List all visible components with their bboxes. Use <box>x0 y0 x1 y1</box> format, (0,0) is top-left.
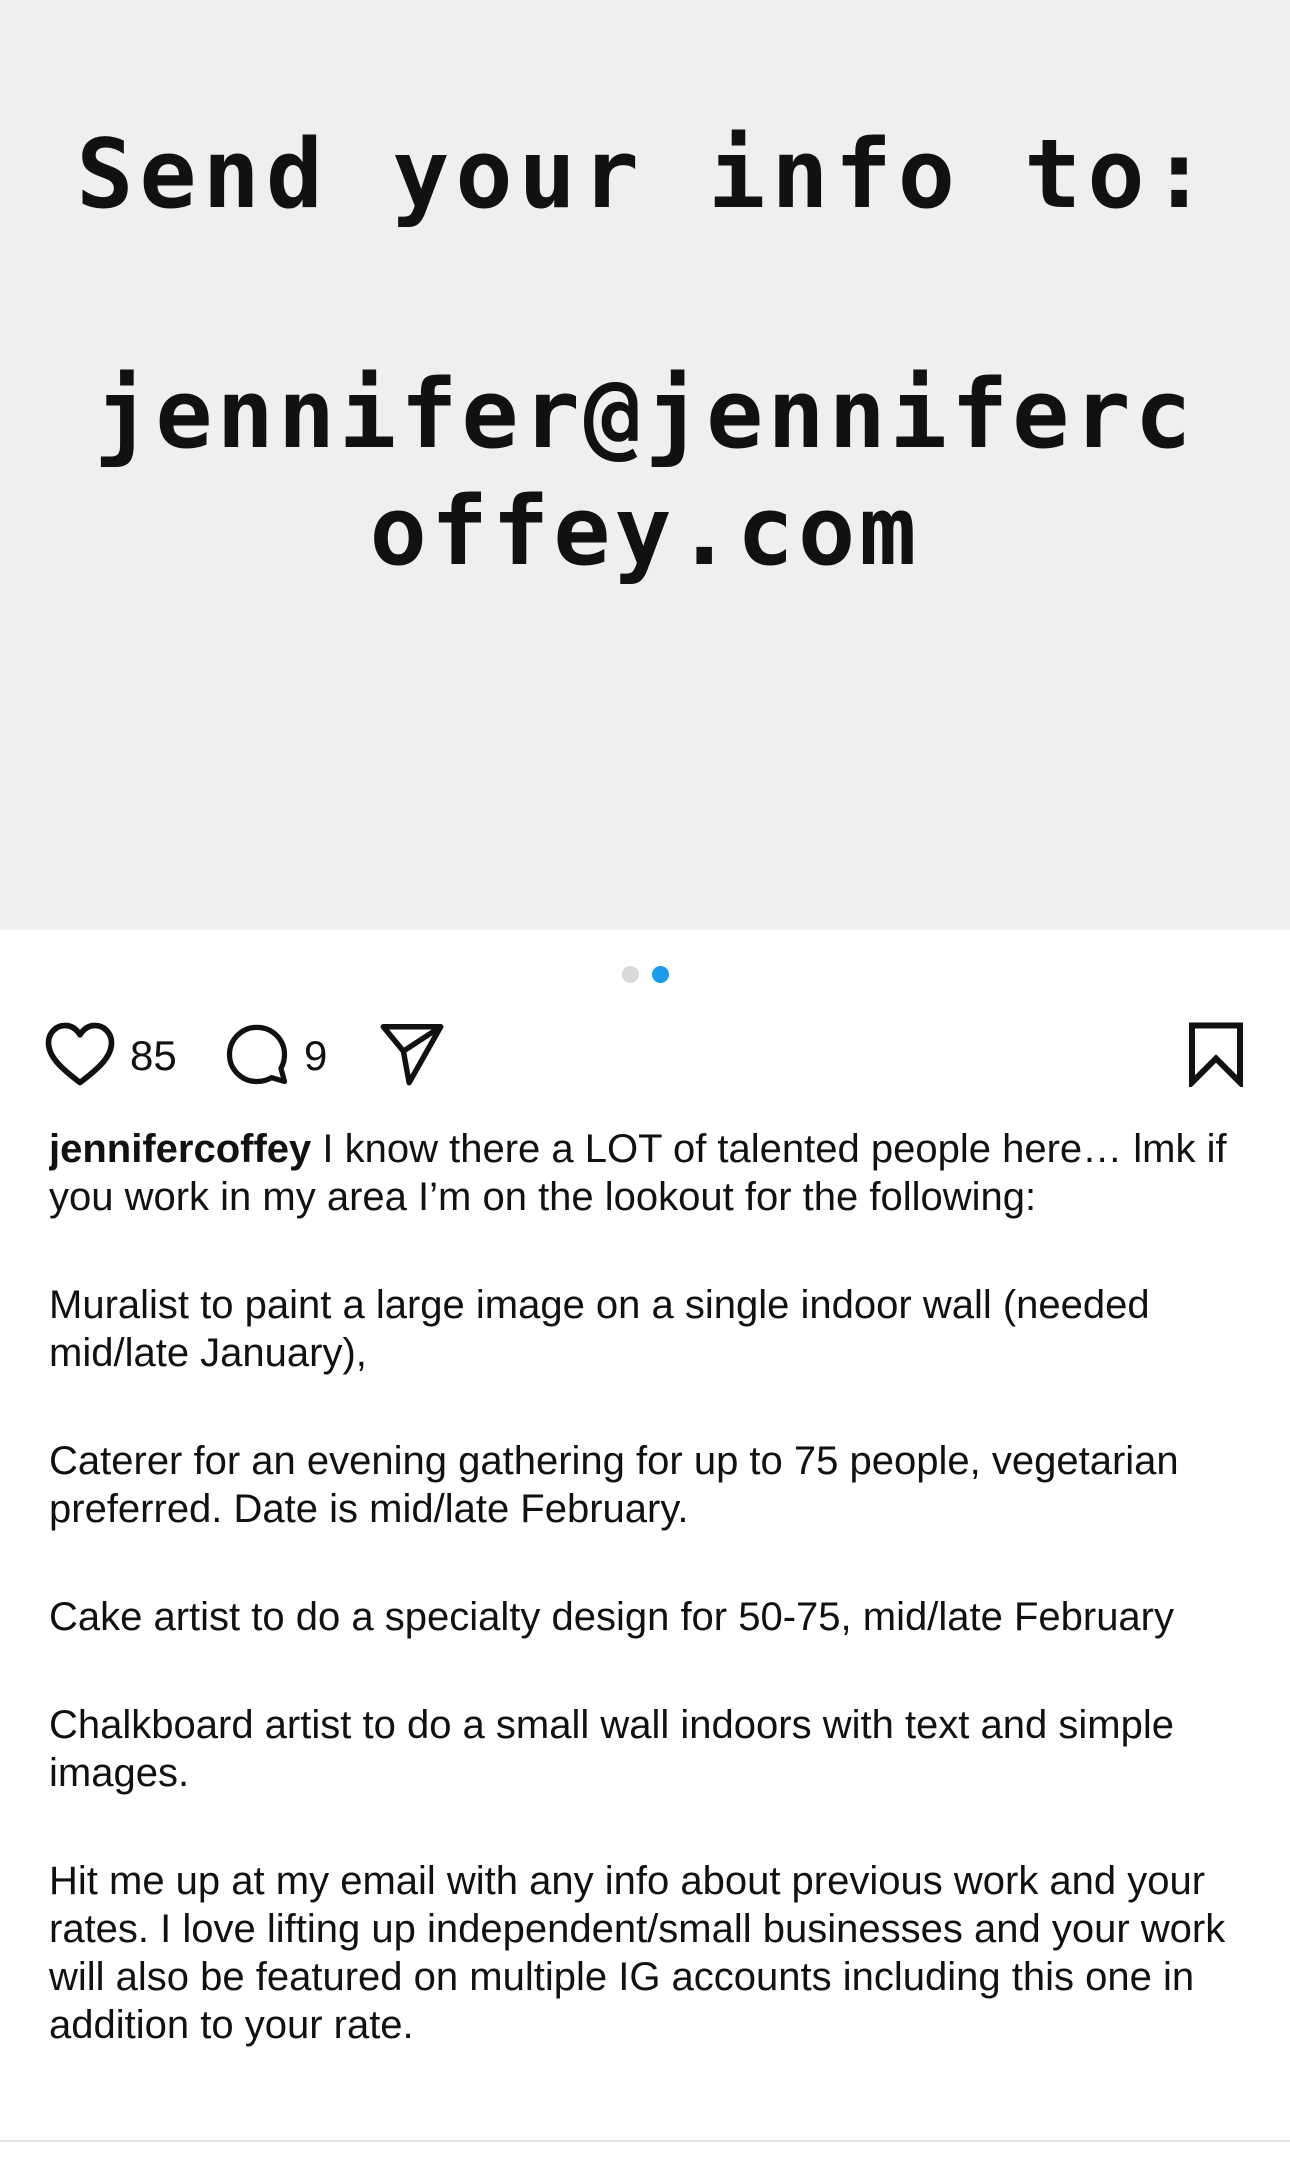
caption-username[interactable]: jennifercoffey <box>49 1127 311 1171</box>
caption-paragraph-contact: Hit me up at my email with any info abou… <box>49 1859 1226 2047</box>
post-caption: jennifercoffey I know there a LOT of tal… <box>49 1125 1249 2135</box>
caption-paragraph-muralist: Muralist to paint a large image on a sin… <box>49 1283 1150 1375</box>
caption-intro: jennifercoffey I know there a LOT of tal… <box>49 1125 1249 1221</box>
post-action-bar: 85 9 <box>44 1020 1246 1092</box>
carousel-dot-1 <box>621 966 639 983</box>
like-count[interactable]: 85 <box>130 1032 177 1080</box>
divider <box>0 2140 1290 2142</box>
caption-paragraph-caterer: Caterer for an evening gathering for up … <box>49 1439 1179 1531</box>
comment-button[interactable]: 9 <box>224 1020 327 1092</box>
save-button[interactable] <box>1186 1020 1246 1092</box>
image-text-line-2: jennifer@jenniferc <box>94 360 1196 470</box>
post-image[interactable]: Send your info to: jennifer@jenniferc of… <box>0 0 1290 930</box>
share-button[interactable] <box>377 1020 447 1092</box>
image-text-line-1: Send your info to: <box>76 120 1214 230</box>
heart-icon <box>44 1021 116 1092</box>
bookmark-icon <box>1186 1021 1246 1092</box>
caption-paragraph-cake-artist: Cake artist to do a specialty design for… <box>49 1595 1174 1639</box>
carousel-dot-2-active <box>651 966 669 983</box>
caption-paragraph-chalkboard-artist: Chalkboard artist to do a small wall ind… <box>49 1703 1174 1795</box>
carousel-indicator <box>0 966 1290 983</box>
image-text-line-3: offey.com <box>369 477 921 587</box>
like-button[interactable]: 85 <box>44 1020 177 1092</box>
comment-count[interactable]: 9 <box>304 1032 327 1080</box>
comment-bubble-icon <box>224 1021 290 1092</box>
send-paper-plane-icon <box>377 1021 447 1092</box>
